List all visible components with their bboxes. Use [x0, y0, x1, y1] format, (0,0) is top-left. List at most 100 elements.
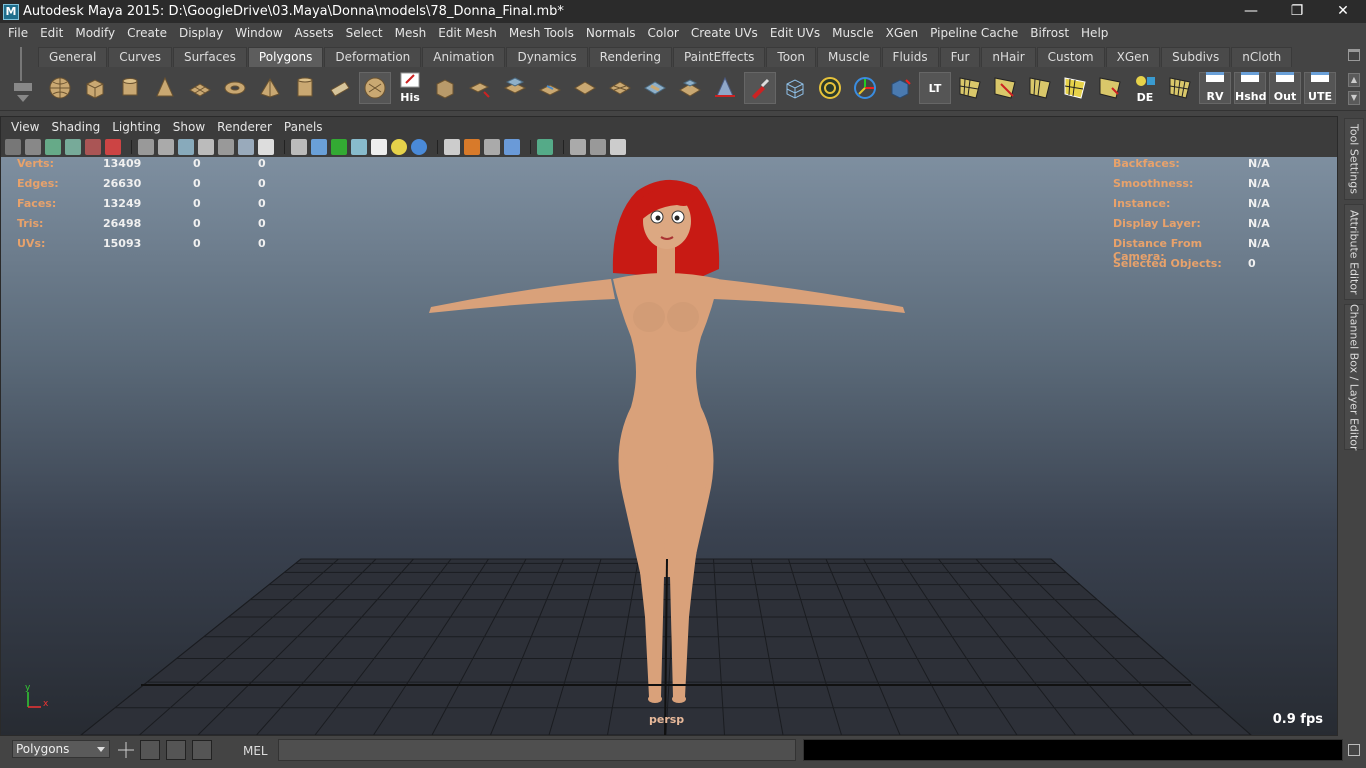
poly-pipe-icon[interactable] — [289, 72, 321, 104]
shelf-options-grip[interactable] — [12, 47, 34, 109]
menu-xgen[interactable]: XGen — [880, 26, 925, 40]
wireframe-icon[interactable] — [291, 139, 307, 155]
uv-layout-icon[interactable] — [954, 72, 986, 104]
ute-button[interactable]: UTE — [1304, 72, 1336, 104]
safe-action-icon[interactable] — [238, 139, 254, 155]
shelf-scroll[interactable]: ▲ ▼ — [1348, 73, 1360, 107]
restore-button[interactable]: ❐ — [1274, 0, 1320, 23]
menu-create-uvs[interactable]: Create UVs — [685, 26, 764, 40]
lt-button[interactable]: LT — [919, 72, 951, 104]
perspective-viewport[interactable]: Verts: 13409 0 0 Edges: 26630 0 0 Faces: 13249 0… — [1, 157, 1337, 735]
all-lights-icon[interactable] — [411, 139, 427, 155]
wireframe-cube-icon[interactable] — [779, 72, 811, 104]
history-toggle-icon[interactable]: His — [394, 72, 426, 104]
menu-bifrost[interactable]: Bifrost — [1024, 26, 1075, 40]
panel-menu-panels[interactable]: Panels — [278, 120, 329, 134]
film-gate-icon[interactable] — [158, 139, 174, 155]
poly-torus-icon[interactable] — [219, 72, 251, 104]
resolution-gate-icon[interactable] — [178, 139, 194, 155]
render-cube-icon[interactable] — [884, 72, 916, 104]
poly-helix-icon[interactable] — [324, 72, 356, 104]
wireframe-on-shaded-icon[interactable] — [331, 139, 347, 155]
tab-fur[interactable]: Fur — [939, 47, 981, 67]
default-lighting-icon[interactable] — [391, 139, 407, 155]
tab-xgen[interactable]: XGen — [1105, 47, 1161, 67]
menu-mesh[interactable]: Mesh — [389, 26, 433, 40]
menu-normals[interactable]: Normals — [580, 26, 642, 40]
tab-attribute-editor[interactable]: Attribute Editor — [1344, 204, 1364, 300]
target-icon[interactable] — [814, 72, 846, 104]
poly-plane-icon[interactable] — [184, 72, 216, 104]
panel-menu-shading[interactable]: Shading — [45, 120, 106, 134]
shelf-scroll-up-icon[interactable]: ▲ — [1348, 73, 1360, 87]
menu-display[interactable]: Display — [173, 26, 229, 40]
menu-window[interactable]: Window — [229, 26, 288, 40]
grid-toggle-icon[interactable] — [138, 139, 154, 155]
menu-muscle[interactable]: Muscle — [826, 26, 880, 40]
xray-joints-icon[interactable] — [610, 139, 626, 155]
outliner-icon[interactable] — [192, 740, 212, 760]
menu-mesh-tools[interactable]: Mesh Tools — [503, 26, 580, 40]
tab-muscle[interactable]: Muscle — [817, 47, 881, 67]
smooth-icon[interactable] — [569, 72, 601, 104]
uv-sew-icon[interactable] — [1059, 72, 1091, 104]
shadows-icon[interactable] — [444, 139, 460, 155]
poly-cone-icon[interactable] — [149, 72, 181, 104]
poly-soccer-ball-icon[interactable] — [359, 72, 391, 104]
panel-menu-view[interactable]: View — [5, 120, 45, 134]
panel-menu-renderer[interactable]: Renderer — [211, 120, 278, 134]
combine-icon[interactable] — [429, 72, 461, 104]
menu-color[interactable]: Color — [642, 26, 685, 40]
booleans-icon[interactable] — [534, 72, 566, 104]
select-camera-icon[interactable] — [5, 139, 21, 155]
two-d-pan-icon[interactable] — [85, 139, 101, 155]
textured-icon[interactable] — [371, 139, 387, 155]
mel-label[interactable]: MEL — [243, 744, 268, 758]
tab-nhair[interactable]: nHair — [981, 47, 1036, 67]
script-editor-icon[interactable] — [1348, 744, 1360, 756]
menu-edit-mesh[interactable]: Edit Mesh — [432, 26, 503, 40]
xray-icon[interactable] — [570, 139, 586, 155]
menu-modify[interactable]: Modify — [69, 26, 121, 40]
menu-edit[interactable]: Edit — [34, 26, 69, 40]
tab-channel-box-layer-editor[interactable]: Channel Box / Layer Editor — [1344, 304, 1364, 450]
mel-command-input[interactable] — [278, 739, 796, 761]
close-button[interactable]: ✕ — [1320, 0, 1366, 23]
paint-brush-icon[interactable] — [744, 72, 776, 104]
panel-menu-lighting[interactable]: Lighting — [106, 120, 167, 134]
menu-file[interactable]: File — [2, 26, 34, 40]
menu-help[interactable]: Help — [1075, 26, 1114, 40]
menu-create[interactable]: Create — [121, 26, 173, 40]
trash-icon[interactable] — [1348, 49, 1360, 61]
tab-subdivs[interactable]: Subdivs — [1161, 47, 1231, 67]
anti-aliasing-icon[interactable] — [504, 139, 520, 155]
mirror-icon[interactable] — [639, 72, 671, 104]
tab-rendering[interactable]: Rendering — [588, 47, 672, 67]
tab-animation[interactable]: Animation — [422, 47, 506, 67]
tab-deformation[interactable]: Deformation — [324, 47, 422, 67]
out-button[interactable]: Out — [1269, 72, 1301, 104]
tab-general[interactable]: General — [38, 47, 108, 67]
menu-pipeline-cache[interactable]: Pipeline Cache — [924, 26, 1024, 40]
tab-painteffects[interactable]: PaintEffects — [672, 47, 766, 67]
tab-ncloth[interactable]: nCloth — [1231, 47, 1293, 67]
tab-fluids[interactable]: Fluids — [881, 47, 939, 67]
menu-edit-uvs[interactable]: Edit UVs — [764, 26, 826, 40]
extract-icon[interactable] — [499, 72, 531, 104]
script-list-icon[interactable] — [166, 740, 186, 760]
rv-button[interactable]: RV — [1199, 72, 1231, 104]
bookmark-icon[interactable] — [45, 139, 61, 155]
menu-assets[interactable]: Assets — [289, 26, 340, 40]
uv-move-sew-icon[interactable] — [1094, 72, 1126, 104]
isolate-select-icon[interactable] — [537, 139, 553, 155]
shelf-scroll-down-icon[interactable]: ▼ — [1348, 91, 1360, 105]
field-chart-icon[interactable] — [218, 139, 234, 155]
tab-surfaces[interactable]: Surfaces — [172, 47, 247, 67]
selection-mask-icon[interactable] — [140, 740, 160, 760]
panel-menu-show[interactable]: Show — [167, 120, 211, 134]
tab-curves[interactable]: Curves — [108, 47, 172, 67]
uv-grid-icon[interactable] — [1164, 72, 1196, 104]
camera-attributes-icon[interactable] — [25, 139, 41, 155]
use-default-material-icon[interactable] — [351, 139, 367, 155]
grease-pencil-icon[interactable] — [105, 139, 121, 155]
